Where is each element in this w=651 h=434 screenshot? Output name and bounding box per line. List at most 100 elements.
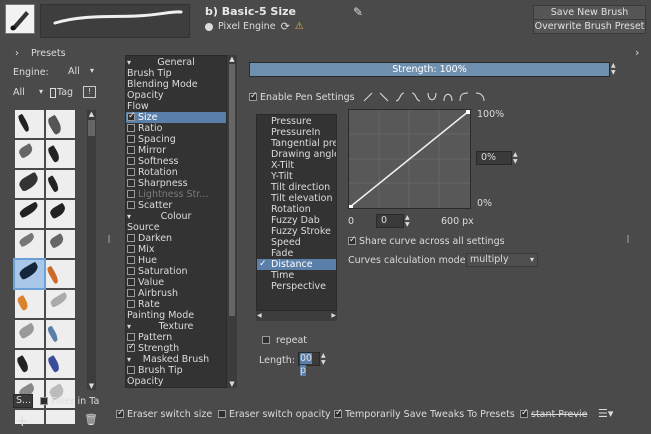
- sensor-item[interactable]: Fade: [257, 248, 336, 259]
- option-item[interactable]: Opacity: [126, 376, 226, 387]
- checkbox-icon[interactable]: [127, 200, 135, 209]
- option-item[interactable]: Value: [126, 277, 226, 288]
- checkbox-icon[interactable]: [127, 255, 135, 264]
- scroll-thumb[interactable]: [229, 64, 235, 316]
- sensor-item[interactable]: Pressure: [257, 116, 336, 127]
- checkbox-icon[interactable]: [127, 288, 135, 297]
- options-scrollbar[interactable]: ▲ ▼: [227, 55, 237, 388]
- preset-thumb[interactable]: [15, 320, 44, 348]
- save-new-preset-button[interactable]: Save New Brush Preset...: [533, 5, 646, 31]
- preset-thumb[interactable]: [46, 290, 75, 318]
- brush-thumbnail[interactable]: [5, 4, 35, 34]
- preset-search-input[interactable]: S...: [13, 394, 33, 408]
- overwrite-preset-button[interactable]: Overwrite Brush Preset: [533, 19, 646, 34]
- checkbox-icon[interactable]: [127, 145, 135, 154]
- option-item[interactable]: Size: [126, 112, 226, 123]
- curve-y-value-input[interactable]: 0%: [476, 151, 512, 165]
- curve-preset-convex-icon[interactable]: [459, 92, 469, 102]
- option-item[interactable]: Scatter: [126, 200, 226, 211]
- checkbox-icon[interactable]: [127, 244, 135, 253]
- checkbox-icon[interactable]: [127, 167, 135, 176]
- checkbox-icon[interactable]: [127, 189, 135, 198]
- tag-button[interactable]: Tag: [50, 86, 78, 99]
- checkbox-icon[interactable]: [127, 343, 136, 353]
- option-item[interactable]: Opacity: [126, 90, 226, 101]
- sensor-hscroll[interactable]: ◀ ▶: [256, 311, 337, 321]
- filter-in-tag-checkbox[interactable]: Filter in Ta: [40, 396, 99, 407]
- curve-x-value-input[interactable]: 0: [376, 214, 404, 228]
- add-preset-icon[interactable]: +: [16, 412, 29, 430]
- option-item[interactable]: Lightness Str...: [126, 189, 226, 200]
- option-item[interactable]: Brush Tip: [126, 68, 226, 79]
- engine-filter-select[interactable]: All ▾: [60, 66, 96, 79]
- curve-preset-linear-icon[interactable]: [363, 92, 373, 102]
- edit-pencil-icon[interactable]: ✎: [353, 5, 363, 19]
- scroll-down-icon[interactable]: ▼: [87, 382, 96, 390]
- strength-slider[interactable]: Strength: 100%: [249, 62, 610, 77]
- instant-preview-checkbox[interactable]: stant Previe: [520, 408, 587, 420]
- option-section[interactable]: ▾ Texture: [126, 321, 226, 332]
- sensor-item[interactable]: Time: [257, 270, 336, 281]
- preset-thumb[interactable]: [46, 200, 75, 228]
- spin-arrows-icon[interactable]: ▲ ▼: [321, 352, 326, 366]
- option-item[interactable]: Rate: [126, 299, 226, 310]
- option-item[interactable]: Source: [126, 222, 226, 233]
- option-item[interactable]: Hue: [126, 255, 226, 266]
- preset-thumb[interactable]: [46, 350, 75, 378]
- splitter-handle[interactable]: [108, 235, 110, 243]
- right-panel-toggle-icon[interactable]: ›: [635, 46, 639, 59]
- option-item[interactable]: Rotation: [126, 167, 226, 178]
- scroll-right-icon[interactable]: ▶: [331, 312, 336, 319]
- spin-arrows-icon[interactable]: ▲ ▼: [405, 214, 410, 228]
- option-section[interactable]: ▾ Masked Brush: [126, 354, 226, 365]
- option-item[interactable]: Flow: [126, 101, 226, 112]
- preset-thumb[interactable]: [46, 230, 75, 258]
- sensor-item[interactable]: Rotation: [257, 204, 336, 215]
- option-item[interactable]: Blending Mode: [126, 79, 226, 90]
- spin-arrows-icon[interactable]: ▲ ▼: [513, 151, 518, 165]
- curve-editor[interactable]: [348, 109, 471, 209]
- option-item[interactable]: Mirror: [126, 145, 226, 156]
- preset-thumb[interactable]: [15, 110, 44, 138]
- curve-preset-rs-icon[interactable]: [411, 92, 421, 102]
- checkbox-icon[interactable]: [127, 156, 135, 165]
- option-item[interactable]: Airbrush: [126, 288, 226, 299]
- sensor-item[interactable]: Fuzzy Stroke: [257, 226, 336, 237]
- preset-thumb[interactable]: [46, 410, 75, 424]
- temp-save-checkbox[interactable]: Temporarily Save Tweaks To Presets: [334, 408, 515, 420]
- checkbox-icon[interactable]: [127, 277, 135, 286]
- checkbox-icon[interactable]: [127, 365, 135, 374]
- preset-thumb[interactable]: [15, 200, 44, 228]
- preset-thumb[interactable]: [15, 230, 44, 258]
- scroll-thumb[interactable]: [88, 120, 95, 136]
- option-item[interactable]: Painting Mode: [126, 310, 226, 321]
- menu-icon[interactable]: ☰▾: [598, 407, 613, 420]
- checkbox-icon[interactable]: [127, 266, 135, 275]
- sensor-item[interactable]: ✓ Distance: [257, 259, 336, 270]
- preset-thumb[interactable]: [15, 290, 44, 318]
- sensor-item[interactable]: Perspective: [257, 281, 336, 292]
- preset-thumb[interactable]: [15, 170, 44, 198]
- sensor-item[interactable]: PressureIn: [257, 127, 336, 138]
- curve-preset-u-icon[interactable]: [427, 92, 437, 102]
- preset-thumb[interactable]: [46, 170, 75, 198]
- option-item[interactable]: Brush Tip: [126, 365, 226, 376]
- sensor-item[interactable]: Tangential pres: [257, 138, 336, 149]
- curve-preset-arch-icon[interactable]: [443, 92, 453, 102]
- option-item[interactable]: Ratio: [126, 123, 226, 134]
- presets-scrollbar[interactable]: ▲ ▼: [87, 110, 96, 390]
- checkbox-icon[interactable]: [127, 332, 135, 341]
- preset-thumb[interactable]: [15, 350, 44, 378]
- scroll-down-icon[interactable]: ▼: [227, 380, 237, 388]
- preset-thumb-selected[interactable]: [13, 258, 46, 290]
- checkbox-icon[interactable]: [127, 299, 135, 308]
- option-section[interactable]: ▾ Colour: [126, 211, 226, 222]
- tag-filter-select[interactable]: All ▾: [13, 87, 43, 100]
- calc-mode-select[interactable]: multiply ▾: [466, 253, 538, 267]
- checkbox-icon[interactable]: [127, 233, 135, 242]
- length-input[interactable]: 00 p: [298, 352, 320, 376]
- strength-spin-icon[interactable]: ▲ ▼: [611, 62, 616, 76]
- option-item[interactable]: Softness: [126, 156, 226, 167]
- curve-preset-s-icon[interactable]: [395, 92, 405, 102]
- option-section[interactable]: ▾ General: [126, 57, 226, 68]
